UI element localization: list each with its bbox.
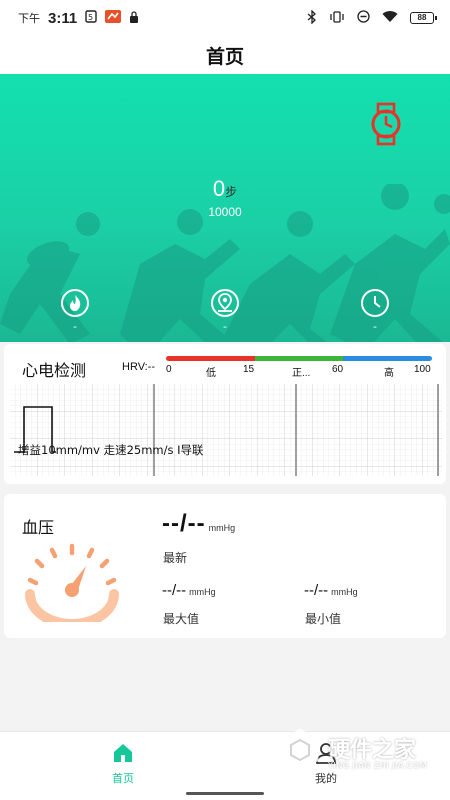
watermark-subtext: YING JIAN ZHI JIA.COM bbox=[328, 761, 427, 770]
bp-max-label: 最大值 bbox=[163, 612, 200, 626]
lock-icon bbox=[129, 10, 139, 26]
duration-value: - bbox=[373, 320, 377, 333]
bp-max-number: --/-- bbox=[162, 582, 187, 599]
watch-icon[interactable] bbox=[364, 102, 408, 146]
site-watermark: 硬件之家 YING JIAN ZHI JIA.COM bbox=[280, 728, 445, 778]
home-icon bbox=[112, 742, 134, 764]
svg-text:5: 5 bbox=[88, 13, 93, 22]
watermark-text: 硬件之家 bbox=[328, 738, 417, 763]
vibrate-icon bbox=[329, 10, 345, 26]
bp-latest-value: --/-- mmHg bbox=[162, 510, 235, 538]
hrv-tick: 高 bbox=[384, 368, 394, 379]
hrv-tick: 0 bbox=[166, 364, 172, 375]
hrv-scale-ticks: 0 低 15 正... 60 高 100 bbox=[166, 364, 436, 379]
nav-home-label: 首页 bbox=[112, 772, 134, 785]
duration-metric: - bbox=[355, 288, 395, 333]
blood-pressure-card[interactable]: 血压 --/-- mmHg 最新 --/-- mmHg 最大值 --/-- mmH bbox=[4, 494, 446, 638]
status-period: 下午 bbox=[18, 13, 40, 25]
steps-value: 0 bbox=[212, 176, 226, 201]
hrv-tick: 100 bbox=[414, 364, 431, 375]
app-notification-icon bbox=[105, 10, 122, 26]
status-time: 3:11 bbox=[48, 9, 78, 27]
hrv-tick: 15 bbox=[243, 364, 255, 375]
bp-latest-number: --/-- bbox=[162, 510, 206, 537]
steps-goal: 10000 bbox=[208, 205, 242, 219]
bp-min-unit: mmHg bbox=[331, 587, 358, 597]
status-bar: 下午 3:11 5 88 bbox=[0, 0, 450, 36]
hrv-tick: 低 bbox=[206, 368, 216, 379]
distance-value: - bbox=[223, 320, 227, 333]
distance-metric: - bbox=[205, 288, 245, 333]
flame-icon bbox=[60, 288, 90, 318]
wifi-icon bbox=[382, 10, 398, 26]
bp-max-value: --/-- mmHg bbox=[162, 582, 216, 599]
watermark-logo bbox=[281, 728, 319, 772]
bp-max-unit: mmHg bbox=[189, 587, 216, 597]
hrv-low-segment bbox=[166, 356, 255, 361]
do-not-disturb-icon bbox=[357, 10, 370, 26]
bp-latest-label: 最新 bbox=[163, 551, 188, 565]
steps-display: 0步 bbox=[0, 176, 450, 202]
ecg-grid bbox=[10, 384, 442, 476]
clock-icon bbox=[360, 288, 390, 318]
location-pin-icon bbox=[210, 288, 240, 318]
calories-metric: - bbox=[55, 288, 95, 333]
hrv-tick: 正... bbox=[292, 368, 311, 379]
bp-min-number: --/-- bbox=[304, 582, 329, 599]
ecg-title: 心电检测 bbox=[22, 361, 87, 380]
hrv-label: HRV:-- bbox=[122, 361, 155, 373]
nav-home[interactable]: 首页 bbox=[93, 742, 153, 786]
bp-min-label: 最小值 bbox=[305, 612, 342, 626]
home-indicator[interactable] bbox=[186, 792, 264, 795]
page-title: 首页 bbox=[0, 36, 450, 74]
gauge-icon bbox=[25, 543, 119, 622]
calories-value: - bbox=[73, 320, 77, 333]
bluetooth-icon bbox=[307, 8, 317, 27]
bp-title: 血压 bbox=[22, 518, 55, 537]
activity-hero: 0步 10000 - - - bbox=[0, 74, 450, 342]
bp-latest-unit: mmHg bbox=[208, 523, 236, 533]
battery-indicator: 88 bbox=[410, 12, 437, 24]
hrv-normal-segment bbox=[254, 356, 344, 361]
ecg-gain-info: 增益10mm/mv 走速25mm/s I导联 bbox=[18, 443, 204, 457]
steps-unit: 步 bbox=[225, 185, 238, 199]
bp-min-value: --/-- mmHg bbox=[304, 582, 358, 599]
phone-screen: 下午 3:11 5 88 首页 0步 10000 - - - 心电检测 HRV:… bbox=[0, 0, 450, 800]
hrv-high-segment bbox=[343, 356, 432, 361]
sim-icon: 5 bbox=[85, 10, 97, 26]
ecg-card[interactable]: 心电检测 HRV:-- 0 低 15 正... 60 高 100 增益10mm/… bbox=[4, 344, 446, 484]
hrv-scale-bar bbox=[166, 356, 432, 361]
hrv-tick: 60 bbox=[332, 364, 344, 375]
